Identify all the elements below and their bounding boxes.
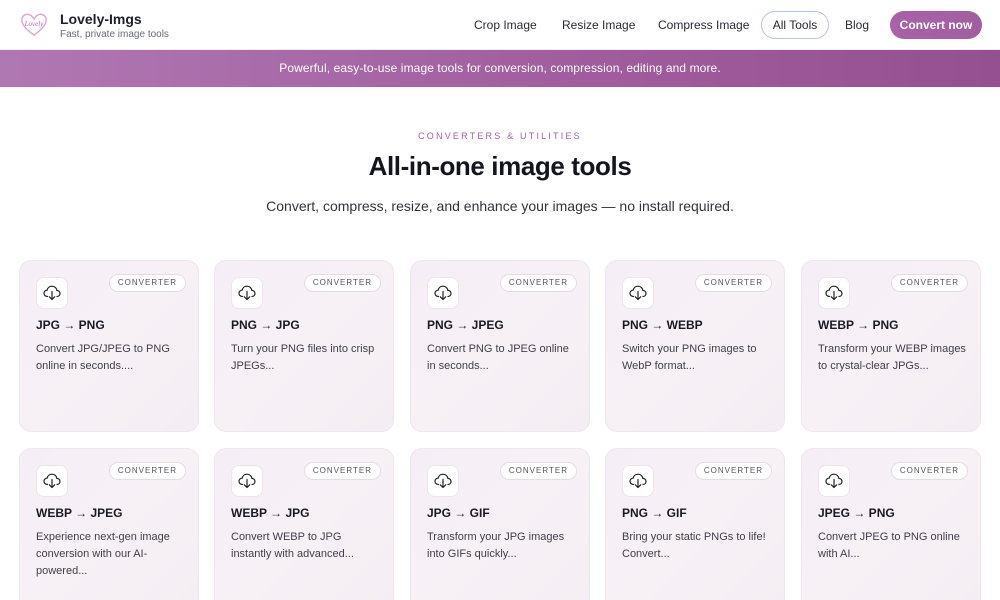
- card-title: PNG → JPEG: [427, 318, 504, 332]
- category-badge: CONVERTER: [303, 462, 381, 480]
- cloud-download-icon: [427, 277, 459, 309]
- tool-card-png-gif[interactable]: CONVERTER PNG → GIF Bring your static PN…: [605, 448, 785, 600]
- card-title: JPG → GIF: [427, 506, 490, 520]
- cloud-download-icon: [36, 465, 68, 497]
- card-title: JPEG → PNG: [818, 506, 895, 520]
- page-subtitle: Convert, compress, resize, and enhance y…: [266, 198, 734, 214]
- heart-logo-icon[interactable]: Lovely: [20, 11, 48, 37]
- category-badge: CONVERTER: [303, 274, 381, 292]
- svg-text:Lovely: Lovely: [24, 20, 45, 28]
- card-description: Turn your PNG files into crisp JPEGs...: [231, 343, 375, 372]
- category-badge: CONVERTER: [108, 462, 186, 480]
- cloud-download-icon: [427, 465, 459, 497]
- site-header: Lovely Lovely-Imgs Fast, private image t…: [0, 0, 1000, 50]
- cloud-download-icon: [622, 277, 654, 309]
- category-badge: CONVERTER: [890, 462, 968, 480]
- card-description: Experience next-gen image conversion wit…: [36, 531, 170, 577]
- category-badge: CONVERTER: [694, 274, 772, 292]
- nav-compress-image[interactable]: Compress Image: [658, 18, 749, 32]
- cloud-download-icon: [622, 465, 654, 497]
- tool-card-jpg-png[interactable]: CONVERTER JPG → PNG Convert JPG/JPEG to …: [19, 260, 199, 432]
- tool-card-webp-jpg[interactable]: CONVERTER WEBP → JPG Convert WEBP to JPG…: [214, 448, 394, 600]
- category-badge: CONVERTER: [108, 274, 186, 292]
- cloud-download-icon: [818, 277, 850, 309]
- card-description: Transform your JPG images into GIFs quic…: [427, 531, 565, 560]
- card-description: Convert JPG/JPEG to PNG online in second…: [36, 343, 170, 372]
- card-description: Convert JPEG to PNG online with AI...: [818, 531, 960, 560]
- card-title: WEBP → PNG: [818, 318, 899, 332]
- card-title: PNG → WEBP: [622, 318, 703, 332]
- cloud-download-icon: [818, 465, 850, 497]
- tool-card-webp-jpeg[interactable]: CONVERTER WEBP → JPEG Experience next-ge…: [19, 448, 199, 600]
- tool-card-png-jpg[interactable]: CONVERTER PNG → JPG Turn your PNG files …: [214, 260, 394, 432]
- nav-resize-image[interactable]: Resize Image: [562, 18, 635, 32]
- category-badge: CONVERTER: [694, 462, 772, 480]
- page-title: All-in-one image tools: [368, 151, 632, 181]
- convert-now-button[interactable]: Convert now: [890, 11, 982, 39]
- card-description: Bring your static PNGs to life! Convert.…: [622, 531, 766, 560]
- card-title: WEBP → JPG: [231, 506, 310, 520]
- tool-card-png-webp[interactable]: CONVERTER PNG → WEBP Switch your PNG ima…: [605, 260, 785, 432]
- brand-name[interactable]: Lovely-Imgs: [60, 11, 142, 27]
- card-title: PNG → JPG: [231, 318, 300, 332]
- tool-card-jpeg-png[interactable]: CONVERTER JPEG → PNG Convert JPEG to PNG…: [801, 448, 981, 600]
- card-description: Convert PNG to JPEG online in seconds...: [427, 343, 569, 372]
- nav-blog[interactable]: Blog: [845, 18, 869, 32]
- cloud-download-icon: [231, 465, 263, 497]
- card-description: Convert WEBP to JPG instantly with advan…: [231, 531, 354, 560]
- category-badge: CONVERTER: [499, 274, 577, 292]
- cloud-download-icon: [36, 277, 68, 309]
- card-description: Transform your WEBP images to crystal-cl…: [818, 343, 966, 372]
- tool-card-webp-png[interactable]: CONVERTER WEBP → PNG Transform your WEBP…: [801, 260, 981, 432]
- tool-card-jpg-gif[interactable]: CONVERTER JPG → GIF Transform your JPG i…: [410, 448, 590, 600]
- card-title: JPG → PNG: [36, 318, 105, 332]
- card-title: PNG → GIF: [622, 506, 687, 520]
- brand-tagline: Fast, private image tools: [60, 29, 169, 40]
- nav-crop-image[interactable]: Crop Image: [474, 18, 537, 32]
- nav-all-tools[interactable]: All Tools: [761, 11, 829, 39]
- tool-card-png-jpeg[interactable]: CONVERTER PNG → JPEG Convert PNG to JPEG…: [410, 260, 590, 432]
- cloud-download-icon: [231, 277, 263, 309]
- section-eyebrow: CONVERTERS & UTILITIES: [418, 131, 582, 141]
- category-badge: CONVERTER: [499, 462, 577, 480]
- promo-banner: Powerful, easy-to-use image tools for co…: [0, 50, 1000, 87]
- category-badge: CONVERTER: [890, 274, 968, 292]
- card-title: WEBP → JPEG: [36, 506, 123, 520]
- card-description: Switch your PNG images to WebP format...: [622, 343, 757, 372]
